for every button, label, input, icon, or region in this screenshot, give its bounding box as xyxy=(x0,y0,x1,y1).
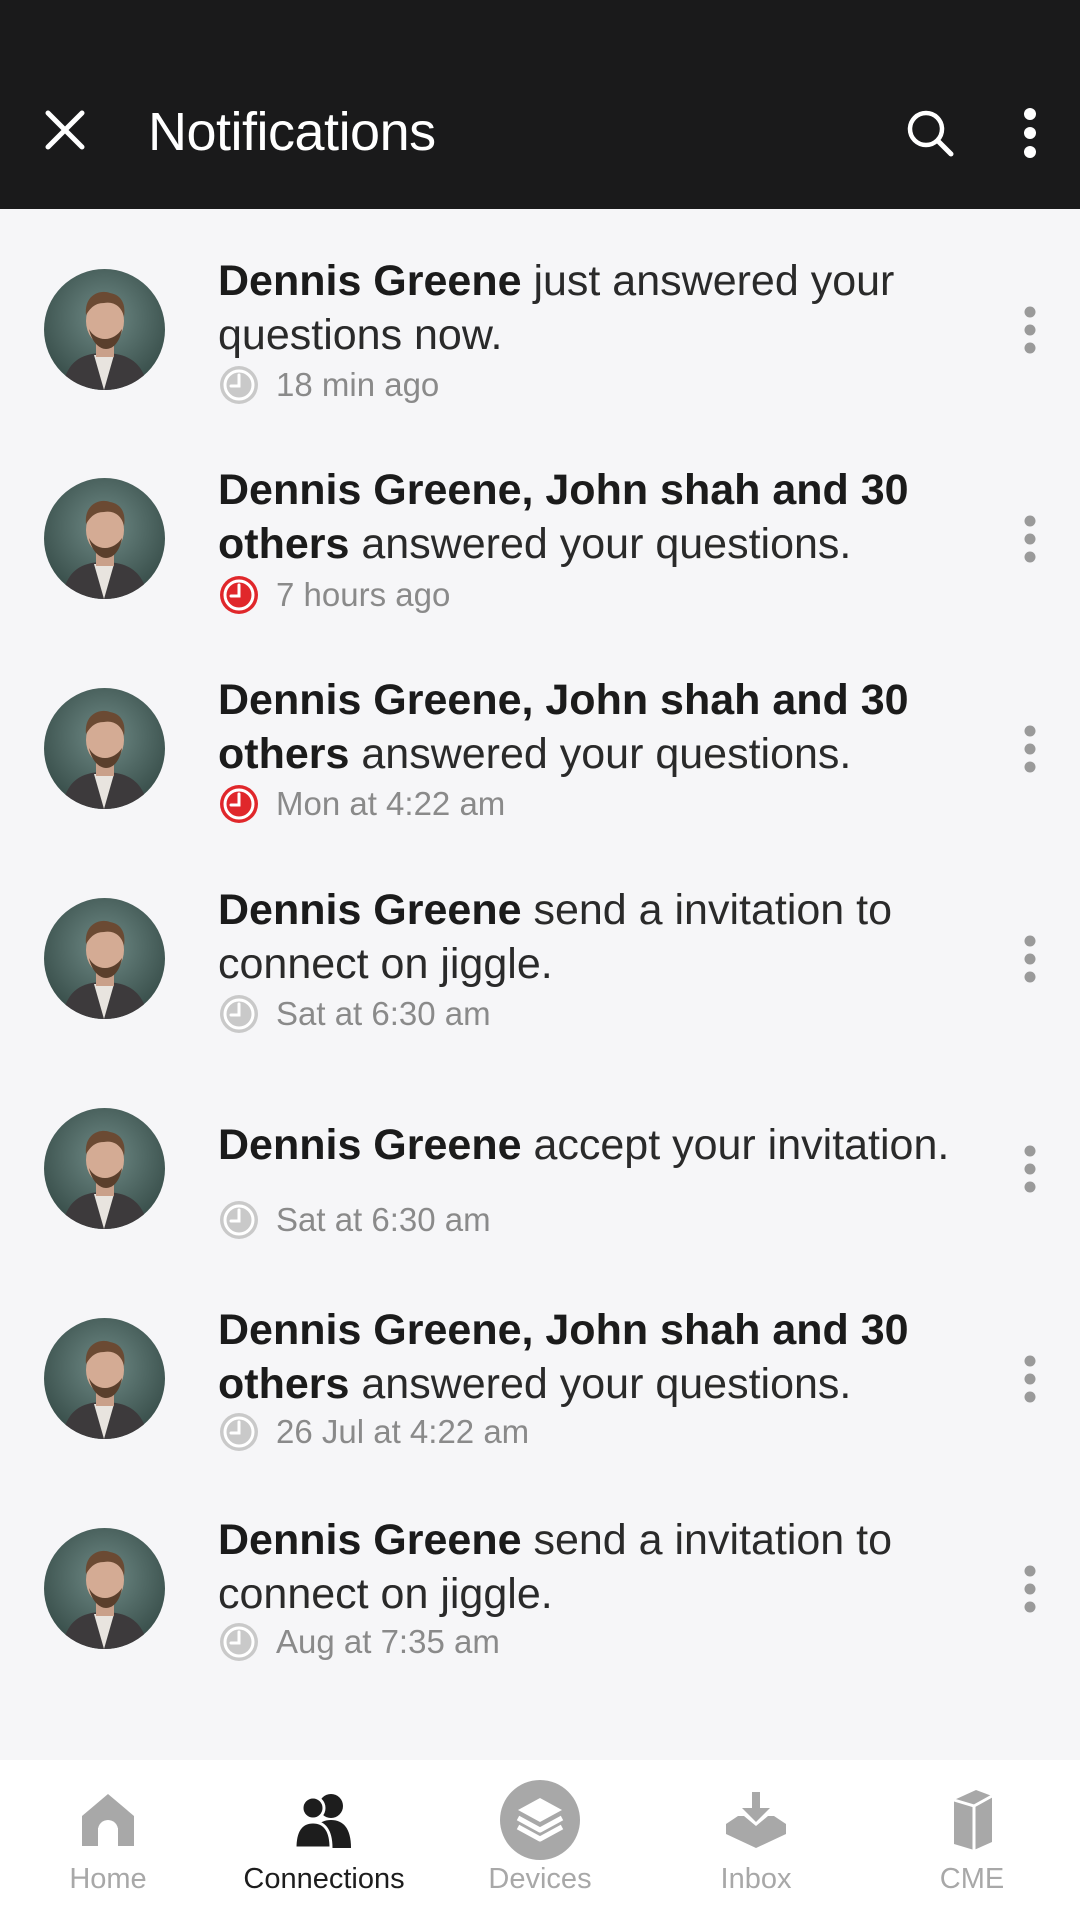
nav-label-devices: Devices xyxy=(488,1863,592,1895)
nav-item-devices[interactable]: Devices xyxy=(432,1760,648,1920)
avatar[interactable] xyxy=(44,898,165,1019)
close-icon xyxy=(45,110,85,150)
more-vert-icon xyxy=(1024,515,1036,563)
avatar[interactable] xyxy=(44,269,165,390)
notification-text: Dennis Greene, John shah and 30 others a… xyxy=(218,673,978,781)
more-options-button[interactable] xyxy=(1000,98,1060,168)
notification-message: accept your invitation. xyxy=(521,1121,950,1169)
avatar[interactable] xyxy=(44,1318,165,1439)
clock-icon xyxy=(220,1623,258,1661)
notification-text: Dennis Greene, John shah and 30 others a… xyxy=(218,463,978,571)
notification-timestamp: 7 hours ago xyxy=(276,576,451,613)
clock-icon xyxy=(220,995,258,1033)
avatar[interactable] xyxy=(44,478,165,599)
clock-icon xyxy=(220,785,258,823)
more-vert-icon xyxy=(1024,1355,1036,1403)
nav-label-connections: Connections xyxy=(243,1863,405,1895)
notification-actor: Dennis Greene xyxy=(218,1121,522,1169)
more-vert-icon xyxy=(1024,1565,1036,1613)
clock-icon xyxy=(220,366,258,404)
notification-item[interactable]: Dennis Greene accept your invitation. Sat… xyxy=(0,1048,1080,1257)
nav-item-inbox[interactable]: Inbox xyxy=(648,1760,864,1920)
search-icon xyxy=(907,110,954,157)
notification-actor: Dennis Greene xyxy=(218,1516,522,1564)
clock-icon xyxy=(220,1413,258,1451)
nav-item-connections[interactable]: Connections xyxy=(216,1760,432,1920)
notification-message: answered your questions. xyxy=(349,730,852,778)
item-more-button[interactable] xyxy=(1010,1554,1050,1624)
notification-text: Dennis Greene accept your invitation. xyxy=(218,1118,978,1172)
nav-item-cme[interactable]: CME xyxy=(864,1760,1080,1920)
notification-item[interactable]: Dennis Greene, John shah and 30 others a… xyxy=(0,418,1080,627)
notification-text: Dennis Greene send a invitation to conne… xyxy=(218,883,978,991)
more-vert-icon xyxy=(1024,108,1036,158)
item-more-button[interactable] xyxy=(1010,1134,1050,1204)
cme-icon xyxy=(953,1790,993,1850)
notification-text: Dennis Greene send a invitation to conne… xyxy=(218,1513,978,1621)
devices-icon xyxy=(500,1780,580,1860)
notification-time: Aug at 7:35 am xyxy=(218,1620,500,1664)
notification-item[interactable]: Dennis Greene just answered your questio… xyxy=(0,209,1080,418)
notification-timestamp: 26 Jul at 4:22 am xyxy=(276,1413,530,1450)
more-vert-icon xyxy=(1024,306,1036,354)
nav-label-home: Home xyxy=(69,1863,147,1895)
notification-time: Sat at 6:30 am xyxy=(218,1198,491,1242)
avatar[interactable] xyxy=(44,688,165,809)
notification-item[interactable]: Dennis Greene, John shah and 30 others a… xyxy=(0,1258,1080,1467)
nav-item-home[interactable]: Home xyxy=(0,1760,216,1920)
notification-timestamp: Mon at 4:22 am xyxy=(276,785,506,822)
notification-timestamp: Sat at 6:30 am xyxy=(276,995,491,1032)
item-more-button[interactable] xyxy=(1010,714,1050,784)
more-vert-icon xyxy=(1024,1145,1036,1193)
notification-item[interactable]: Dennis Greene, John shah and 30 others a… xyxy=(0,628,1080,837)
notification-actor: Dennis Greene xyxy=(218,257,522,305)
item-more-button[interactable] xyxy=(1010,295,1050,365)
close-button[interactable] xyxy=(30,95,100,165)
notification-time: 7 hours ago xyxy=(218,573,450,617)
search-button[interactable] xyxy=(895,98,965,168)
notification-message: answered your questions. xyxy=(349,1360,852,1408)
more-vert-icon xyxy=(1024,725,1036,773)
item-more-button[interactable] xyxy=(1010,924,1050,994)
notification-timestamp: 18 min ago xyxy=(276,366,440,403)
nav-label-cme: CME xyxy=(939,1863,1005,1895)
bottom-nav: Home Connections Devices Inbox CME xyxy=(0,1760,1080,1920)
inbox-icon xyxy=(726,1792,786,1848)
notification-time: 26 Jul at 4:22 am xyxy=(218,1410,529,1454)
notification-time: 18 min ago xyxy=(218,363,439,407)
more-vert-icon xyxy=(1024,935,1036,983)
item-more-button[interactable] xyxy=(1010,1344,1050,1414)
notification-text: Dennis Greene just answered your questio… xyxy=(218,254,978,362)
item-more-button[interactable] xyxy=(1010,504,1050,574)
connections-icon xyxy=(293,1794,351,1850)
notification-actor: Dennis Greene xyxy=(218,886,522,934)
nav-label-inbox: Inbox xyxy=(720,1863,792,1895)
clock-icon xyxy=(220,576,258,614)
notification-time: Mon at 4:22 am xyxy=(218,782,505,826)
notification-timestamp: Aug at 7:35 am xyxy=(276,1623,500,1660)
clock-icon xyxy=(220,1201,258,1239)
notification-time: Sat at 6:30 am xyxy=(218,992,491,1036)
notification-item[interactable]: Dennis Greene send a invitation to conne… xyxy=(0,1468,1080,1677)
home-icon xyxy=(82,1794,134,1846)
notification-timestamp: Sat at 6:30 am xyxy=(276,1201,491,1238)
avatar[interactable] xyxy=(44,1528,165,1649)
page-title: Notifications xyxy=(148,102,436,162)
notification-message: answered your questions. xyxy=(349,520,852,568)
app-bar: Notifications xyxy=(0,0,1080,209)
notification-item[interactable]: Dennis Greene send a invitation to conne… xyxy=(0,838,1080,1047)
avatar[interactable] xyxy=(44,1108,165,1229)
notification-text: Dennis Greene, John shah and 30 others a… xyxy=(218,1303,978,1411)
